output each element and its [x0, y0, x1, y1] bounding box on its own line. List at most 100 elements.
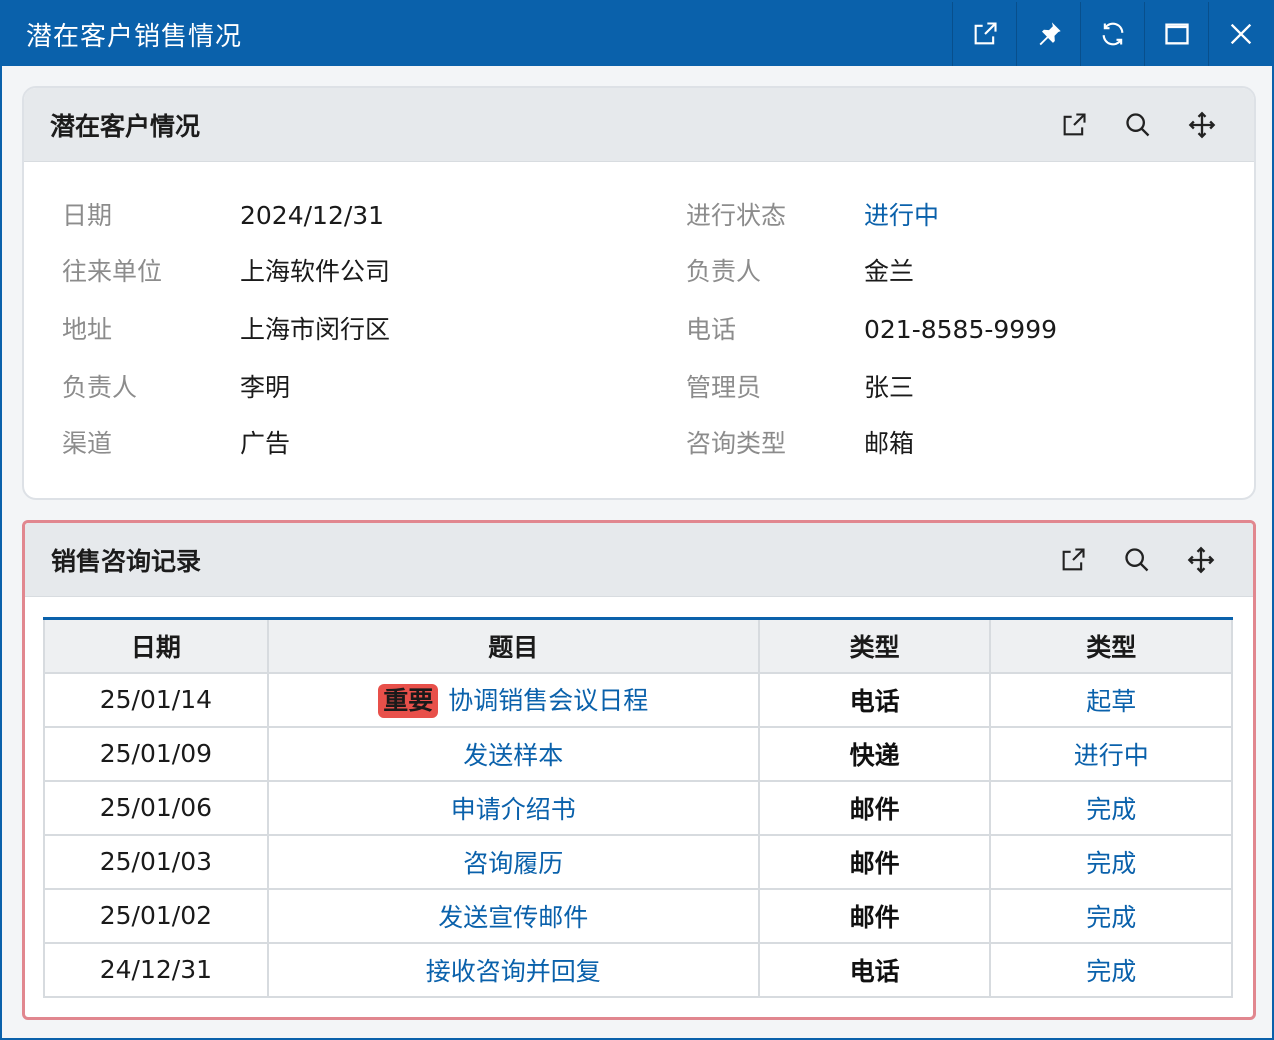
- refresh-button[interactable]: [1080, 2, 1144, 66]
- cell-date: 25/01/14: [43, 671, 269, 728]
- cell-type: 邮件: [757, 779, 992, 836]
- field-label: 电话: [686, 315, 737, 344]
- panel-title: 潜在客户情况: [50, 111, 201, 141]
- field-label: 咨询类型: [686, 429, 787, 458]
- status-value: 进行中: [864, 201, 940, 230]
- panel-header: 潜在客户情况: [24, 88, 1254, 162]
- field-value: 021-8585-9999: [864, 315, 1058, 344]
- cell-status[interactable]: 完成: [989, 887, 1233, 944]
- column-header-type[interactable]: 类型: [757, 617, 992, 674]
- title-bar: 潜在客户销售情况: [2, 2, 1272, 66]
- open-external-button[interactable]: [952, 2, 1016, 66]
- field-value: 2024/12/31: [240, 201, 385, 230]
- cell-type: 邮件: [757, 887, 992, 944]
- close-button[interactable]: [1208, 2, 1272, 66]
- maximize-icon: [1164, 23, 1189, 45]
- cell-type: 电话: [757, 941, 992, 998]
- field-value: 上海市闵行区: [240, 315, 391, 344]
- maximize-button[interactable]: [1144, 2, 1208, 66]
- info-fields: 日期 2024/12/31 进行状态 进行中 往来单位 上海软件公司 负责人 金…: [24, 162, 1254, 492]
- column-header-status[interactable]: 类型: [989, 617, 1233, 674]
- cell-status[interactable]: 完成: [989, 833, 1233, 890]
- info-row: 往来单位 上海软件公司 负责人 金兰: [24, 252, 1254, 292]
- table-row[interactable]: 25/01/02 发送宣传邮件 邮件 完成: [43, 887, 1233, 944]
- records-table: 日期 题目 类型 类型 25/01/14 重要 协调销售会议日程 电话 起草 25…: [43, 617, 1233, 998]
- open-external-icon: [974, 22, 997, 45]
- field-value: 金兰: [864, 257, 915, 286]
- field-label: 日期: [62, 201, 113, 230]
- field-label: 渠道: [62, 429, 113, 458]
- cell-subject[interactable]: 申请介绍书: [266, 779, 760, 836]
- cell-date: 25/01/03: [43, 833, 269, 890]
- close-icon: [1230, 23, 1251, 45]
- cell-subject[interactable]: 重要 协调销售会议日程: [266, 671, 760, 728]
- cell-subject[interactable]: 发送宣传邮件: [266, 887, 760, 944]
- sales-records-panel: 销售咨询记录 日期 题目 类型 类型 25/01/14 重要 协调销售会议日程 …: [22, 520, 1256, 1020]
- move-icon: [1188, 111, 1216, 138]
- subject-link[interactable]: 申请介绍书: [451, 795, 576, 824]
- pin-icon: [1039, 22, 1061, 46]
- cell-status[interactable]: 起草: [989, 671, 1233, 728]
- subject-link[interactable]: 接收咨询并回复: [426, 957, 601, 986]
- panel-open-external-button[interactable]: [1041, 535, 1105, 585]
- panel-move-button[interactable]: [1169, 535, 1233, 585]
- cell-type: 电话: [757, 671, 992, 728]
- open-external-icon: [1063, 112, 1086, 135]
- cell-date: 25/01/09: [43, 725, 269, 782]
- subject-link[interactable]: 协调销售会议日程: [448, 686, 648, 715]
- panel-open-external-button[interactable]: [1042, 100, 1106, 150]
- customer-info-panel: 潜在客户情况 日期 2024/12/31 进行状态 进行中 往来单位 上海软件公…: [22, 86, 1256, 500]
- open-external-icon: [1062, 547, 1085, 570]
- panel-search-button[interactable]: [1106, 100, 1170, 150]
- info-row: 地址 上海市闵行区 电话 021-8585-9999: [24, 310, 1254, 350]
- field-value: 张三: [864, 373, 915, 402]
- cell-subject[interactable]: 接收咨询并回复: [266, 941, 760, 998]
- field-label: 进行状态: [686, 201, 787, 230]
- cell-subject[interactable]: 咨询履历: [266, 833, 760, 890]
- cell-date: 25/01/06: [43, 779, 269, 836]
- app-window: 潜在客户销售情况 潜在客户情况 日期 2024/12/31 进行状态 进行中 往…: [0, 0, 1274, 1040]
- cell-date: 24/12/31: [43, 941, 269, 998]
- info-row: 日期 2024/12/31 进行状态 进行中: [24, 196, 1254, 236]
- subject-link[interactable]: 发送宣传邮件: [438, 903, 588, 932]
- panel-search-button[interactable]: [1105, 535, 1169, 585]
- field-value: 上海软件公司: [240, 257, 391, 286]
- cell-status[interactable]: 完成: [989, 941, 1233, 998]
- cell-date: 25/01/02: [43, 887, 269, 944]
- field-value: 邮箱: [864, 429, 915, 458]
- table-row[interactable]: 25/01/03 咨询履历 邮件 完成: [43, 833, 1233, 890]
- info-row: 渠道 广告 咨询类型 邮箱: [24, 424, 1254, 464]
- column-header-subject[interactable]: 题目: [266, 617, 760, 674]
- cell-type: 快递: [757, 725, 992, 782]
- panel-title: 销售咨询记录: [51, 546, 202, 576]
- panel-header: 销售咨询记录: [25, 523, 1253, 597]
- search-icon: [1126, 112, 1150, 136]
- cell-subject[interactable]: 发送样本: [266, 725, 760, 782]
- subject-link[interactable]: 发送样本: [463, 741, 563, 770]
- cell-type: 邮件: [757, 833, 992, 890]
- field-value: 广告: [240, 429, 291, 458]
- move-icon: [1187, 546, 1215, 573]
- table-row[interactable]: 25/01/14 重要 协调销售会议日程 电话 起草: [43, 671, 1233, 728]
- table-row[interactable]: 25/01/06 申请介绍书 邮件 完成: [43, 779, 1233, 836]
- panel-move-button[interactable]: [1170, 100, 1234, 150]
- field-label: 负责人: [62, 373, 138, 402]
- table-header-row: 日期 题目 类型 类型: [43, 617, 1233, 674]
- table-row[interactable]: 25/01/09 发送样本 快递 进行中: [43, 725, 1233, 782]
- column-header-date[interactable]: 日期: [43, 617, 269, 674]
- field-label: 负责人: [686, 257, 762, 286]
- refresh-icon: [1102, 22, 1123, 46]
- cell-status[interactable]: 完成: [989, 779, 1233, 836]
- table-row[interactable]: 24/12/31 接收咨询并回复 电话 完成: [43, 941, 1233, 998]
- info-row: 负责人 李明 管理员 张三: [24, 368, 1254, 408]
- important-badge: 重要: [378, 684, 439, 718]
- pin-button[interactable]: [1016, 2, 1080, 66]
- subject-link[interactable]: 咨询履历: [463, 849, 563, 878]
- search-icon: [1125, 547, 1149, 571]
- field-label: 地址: [62, 315, 113, 344]
- cell-status[interactable]: 进行中: [989, 725, 1233, 782]
- field-label: 往来单位: [62, 257, 163, 286]
- field-label: 管理员: [686, 373, 762, 402]
- window-title: 潜在客户销售情况: [26, 21, 243, 52]
- field-value: 李明: [240, 373, 291, 402]
